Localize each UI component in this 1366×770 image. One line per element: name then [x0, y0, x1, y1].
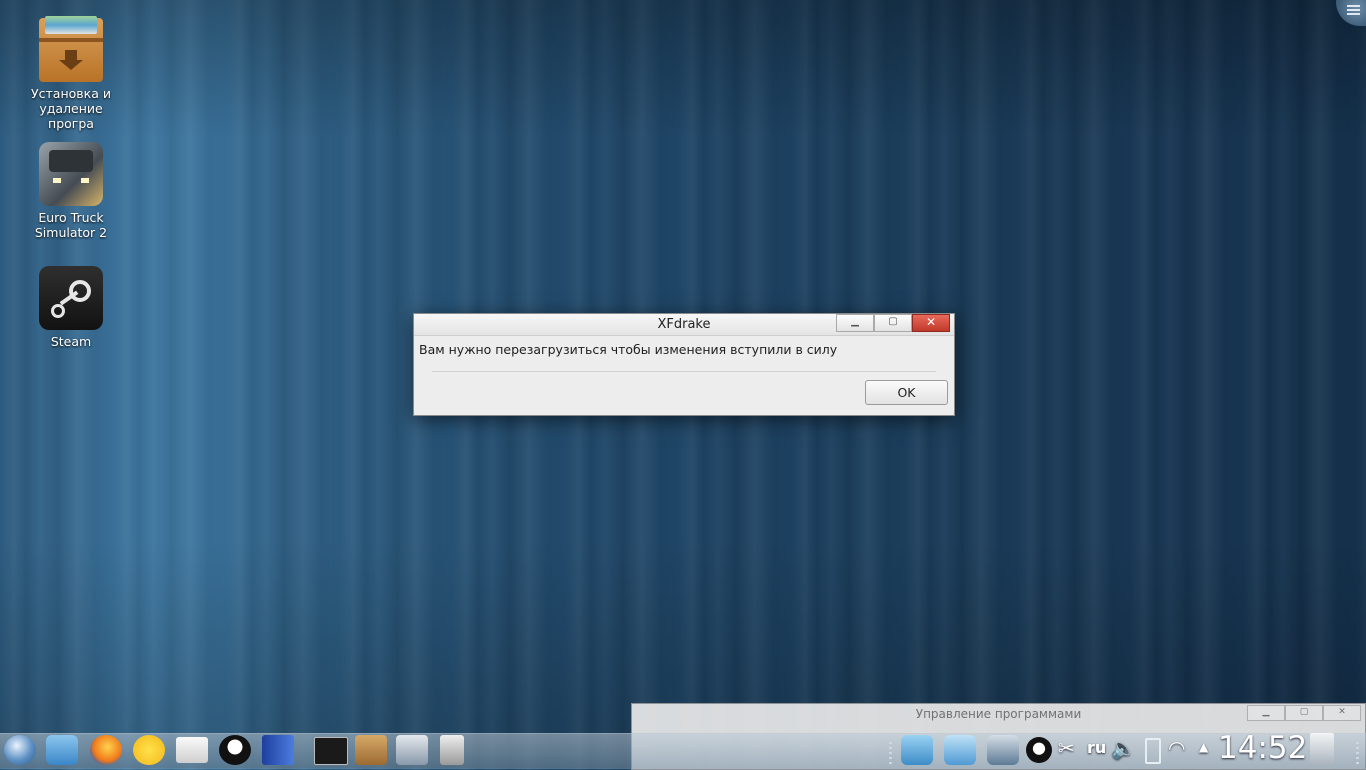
- desktop-icon-label: Установка и: [31, 86, 111, 101]
- maximize-button[interactable]: ▢: [1285, 705, 1323, 721]
- window-switcher-icon[interactable]: [944, 735, 976, 765]
- dialog-titlebar[interactable]: XFdrake ▁ ▢ ✕: [414, 314, 954, 336]
- close-icon: ✕: [925, 315, 937, 329]
- xfdrake-dialog: XFdrake ▁ ▢ ✕ Вам нужно перезагрузиться …: [413, 313, 955, 416]
- battery-icon[interactable]: [1145, 738, 1161, 764]
- mail-icon[interactable]: [176, 737, 208, 763]
- package-box-icon: [39, 16, 103, 82]
- clock[interactable]: 14:52: [1218, 730, 1307, 766]
- sega-icon[interactable]: [262, 735, 294, 765]
- menu-lines-icon: [1347, 5, 1360, 7]
- scanner-icon[interactable]: [396, 735, 428, 765]
- workspace-icon[interactable]: [901, 735, 933, 765]
- minimize-icon: ▁: [851, 316, 859, 327]
- desktop-icon-label: удаление програ: [39, 101, 103, 131]
- system-settings-icon[interactable]: [987, 735, 1019, 765]
- dialog-message: Вам нужно перезагрузиться чтобы изменени…: [419, 342, 838, 357]
- close-button[interactable]: ✕: [912, 314, 950, 332]
- ok-button[interactable]: OK: [865, 380, 948, 405]
- trash-icon[interactable]: [1310, 733, 1334, 765]
- minimize-button[interactable]: ▁: [1247, 705, 1285, 721]
- package-install-icon[interactable]: [355, 735, 387, 765]
- maximize-button[interactable]: ▢: [874, 314, 912, 332]
- maximize-icon: ▢: [888, 316, 898, 327]
- desktop-icon-label: Steam: [50, 334, 92, 349]
- archive-icon[interactable]: [440, 735, 464, 765]
- minimize-button[interactable]: ▁: [836, 314, 874, 332]
- penguin-tray-icon[interactable]: [1026, 737, 1052, 763]
- terminal-icon[interactable]: [314, 737, 348, 765]
- dialog-separator: [432, 371, 936, 372]
- penguin-game-icon[interactable]: [219, 735, 251, 765]
- desktop-icon-steam[interactable]: Steam: [16, 266, 126, 349]
- desktop-icon-label: Simulator 2: [34, 225, 108, 240]
- language-indicator[interactable]: ru: [1087, 738, 1106, 757]
- chat-icon[interactable]: [133, 735, 165, 765]
- file-manager-icon[interactable]: [46, 735, 78, 765]
- tray-expand-icon[interactable]: ▲: [1199, 740, 1208, 754]
- desktop-icon-euro-truck[interactable]: Euro Truck Simulator 2: [16, 142, 126, 240]
- volume-icon[interactable]: 🔈: [1111, 736, 1136, 760]
- taskbar-separator: [889, 742, 892, 764]
- taskbar-handle[interactable]: [1356, 742, 1359, 764]
- launcher-menu-icon[interactable]: [4, 735, 36, 765]
- desktop-icon-install-remove[interactable]: Установка и удаление програ: [16, 16, 126, 131]
- desktop-icon-label: Euro Truck: [38, 210, 104, 225]
- wifi-icon[interactable]: ◠: [1168, 736, 1185, 760]
- firefox-icon[interactable]: [90, 735, 122, 765]
- close-button[interactable]: ✕: [1323, 705, 1361, 721]
- truck-icon: [39, 142, 103, 206]
- scissors-icon[interactable]: ✂: [1058, 736, 1075, 760]
- steam-icon: [39, 266, 103, 330]
